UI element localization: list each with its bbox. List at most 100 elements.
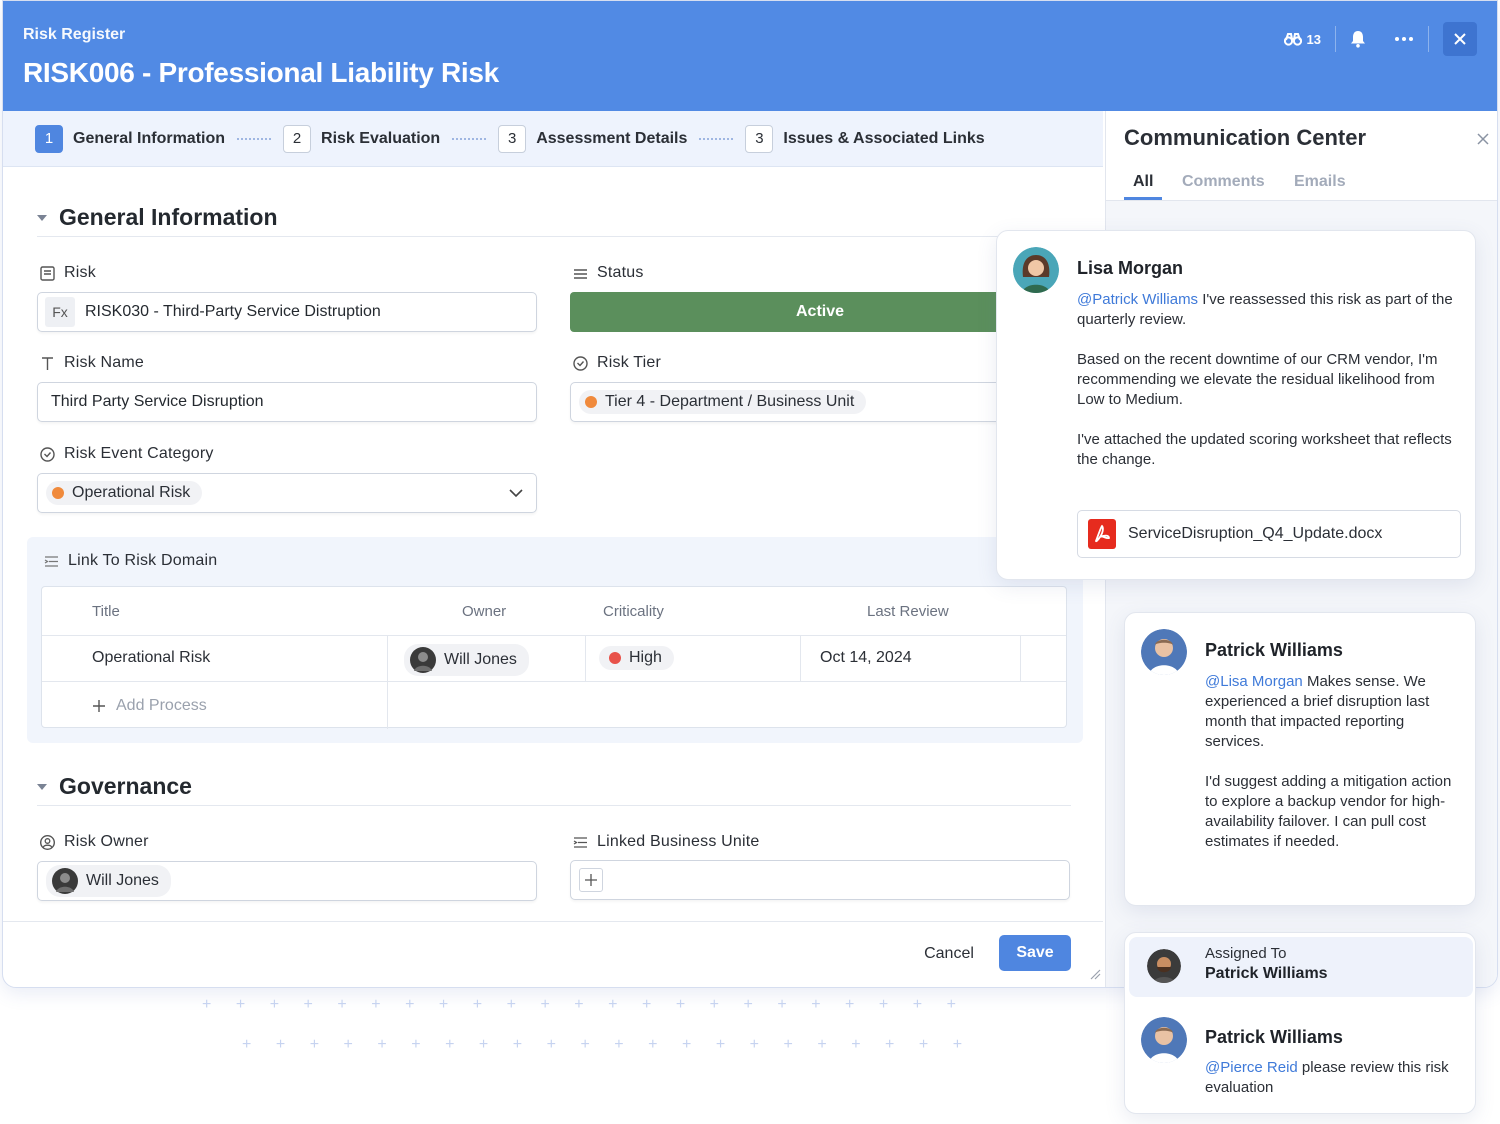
assigned-label: Assigned To (1205, 945, 1287, 962)
step-risk-evaluation[interactable]: 2 Risk Evaluation (283, 124, 441, 153)
event-category-select[interactable]: Operational Risk (37, 473, 537, 513)
table-cell-last-review[interactable]: Oct 14, 2024 (820, 649, 912, 667)
comment-body: @Lisa Morgan Makes sense. We experienced… (1205, 673, 1452, 850)
governance-section-toggle[interactable]: Governance (37, 773, 192, 800)
red-dot-icon (609, 652, 621, 664)
close-panel-button[interactable] (1477, 129, 1489, 150)
governance-section-title: Governance (59, 773, 192, 799)
comment-author: Patrick Williams (1205, 640, 1343, 660)
tab-all[interactable]: All (1133, 173, 1153, 191)
avatar (410, 647, 436, 673)
risk-value: RISK030 - Third-Party Service Distruptio… (85, 303, 381, 320)
risk-tier-label: Risk Tier (572, 354, 661, 372)
risk-name-input[interactable]: Third Party Service Disruption (37, 382, 537, 422)
comment-card: Patrick Williams @Lisa Morgan Makes sens… (1124, 612, 1476, 906)
column-header-title[interactable]: Title (92, 603, 120, 620)
close-icon (1454, 33, 1466, 45)
step-number: 3 (745, 124, 774, 153)
risk-owner-select[interactable]: Will Jones (37, 861, 537, 901)
linked-business-label: Linked Business Unite (572, 833, 760, 851)
header-toolbar: 13 (1270, 21, 1477, 57)
orange-dot-icon (585, 396, 597, 408)
divider (1020, 635, 1021, 681)
user-circle-icon (39, 834, 56, 850)
check-circle-icon (573, 355, 588, 371)
tab-comments[interactable]: Comments (1182, 173, 1265, 191)
decorative-pattern: ++++++++++++++++++++++ (242, 1036, 987, 1053)
column-header-last-review[interactable]: Last Review (867, 603, 949, 620)
communication-title: Communication Center (1124, 125, 1367, 150)
resize-handle-icon[interactable] (1089, 968, 1101, 980)
table-cell-title[interactable]: Operational Risk (92, 649, 210, 667)
avatar (1013, 247, 1059, 293)
divider (42, 635, 1066, 636)
divider (42, 681, 1066, 682)
close-window-button[interactable] (1443, 22, 1477, 56)
risk-input[interactable]: Fx RISK030 - Third-Party Service Distrup… (37, 292, 537, 332)
table-cell-owner[interactable]: Will Jones (404, 644, 529, 676)
criticality-chip: High (599, 646, 674, 670)
header: Risk Register RISK006 - Professional Lia… (3, 1, 1497, 111)
step-general-information[interactable]: 1 General Information (35, 124, 225, 153)
general-section-toggle[interactable]: General Information (37, 204, 278, 231)
avatar (1141, 1017, 1187, 1063)
owner-chip: Will Jones (46, 865, 171, 897)
step-assessment-details[interactable]: 3 Assessment Details (498, 124, 688, 153)
divider (37, 236, 1071, 237)
breadcrumb[interactable]: Risk Register (23, 26, 125, 44)
cancel-button[interactable]: Cancel (909, 937, 989, 971)
step-issues-links[interactable]: 3 Issues & Associated Links (745, 124, 985, 153)
mention-link[interactable]: @Pierce Reid (1205, 1059, 1298, 1076)
add-business-unit-button[interactable] (579, 868, 603, 892)
link-list-icon (573, 836, 587, 848)
comment-card: Lisa Morgan @Patrick Williams I've reass… (996, 230, 1476, 580)
check-circle-icon (40, 446, 55, 462)
divider (1428, 26, 1429, 52)
plus-icon (93, 700, 105, 712)
table-cell-criticality[interactable]: High (599, 646, 674, 670)
risk-tier-select[interactable]: Tier 4 - Department / Business Unit (570, 382, 1070, 422)
avatar (1147, 949, 1181, 983)
avatar (1141, 629, 1187, 675)
step-connector (237, 137, 272, 140)
step-number: 3 (498, 124, 527, 153)
step-number: 1 (35, 124, 63, 153)
status-select[interactable]: Active (570, 292, 1070, 332)
comment-author: Patrick Williams (1205, 1027, 1343, 1047)
risk-name-value: Third Party Service Disruption (51, 393, 264, 410)
more-options-button[interactable] (1380, 21, 1428, 57)
column-header-owner[interactable]: Owner (462, 603, 506, 620)
bell-icon (1351, 31, 1365, 48)
pdf-file-icon (1088, 519, 1116, 549)
step-label: Risk Evaluation (321, 129, 441, 147)
linked-business-input[interactable] (570, 860, 1070, 900)
comment-author: Lisa Morgan (1077, 258, 1184, 278)
attachment[interactable]: ServiceDisruption_Q4_Update.docx (1077, 510, 1461, 558)
event-category-label: Risk Event Category (39, 445, 214, 463)
comment-body: @Patrick Williams I've reassessed this r… (1077, 291, 1453, 468)
more-horizontal-icon (1395, 37, 1413, 41)
save-button[interactable]: Save (999, 935, 1071, 971)
divider (37, 805, 1071, 806)
watchers-button[interactable]: 13 (1270, 21, 1335, 57)
document-icon (40, 265, 55, 281)
assigned-name[interactable]: Patrick Williams (1205, 965, 1328, 983)
mention-link[interactable]: @Lisa Morgan (1205, 673, 1303, 690)
watchers-count: 13 (1306, 31, 1321, 47)
step-navigation: 1 General Information 2 Risk Evaluation … (3, 111, 1103, 167)
step-label: Assessment Details (536, 129, 688, 147)
plus-icon (585, 874, 597, 886)
step-label: Issues & Associated Links (783, 129, 985, 147)
risk-domain-table: Title Owner Criticality Last Review Oper… (41, 586, 1067, 729)
column-header-criticality[interactable]: Criticality (603, 603, 664, 620)
activity-card: Assigned To Patrick Williams Patrick Wil… (1124, 932, 1476, 1114)
add-process-button[interactable]: Add Process (92, 697, 207, 715)
mention-link[interactable]: @Patrick Williams (1077, 291, 1198, 308)
general-section-title: General Information (59, 204, 278, 230)
status-label: Status (572, 264, 644, 282)
notifications-button[interactable] (1336, 21, 1380, 57)
tab-emails[interactable]: Emails (1294, 173, 1346, 191)
caret-down-icon (37, 214, 47, 221)
risk-domain-label: Link To Risk Domain (43, 552, 217, 570)
divider (3, 921, 1103, 922)
